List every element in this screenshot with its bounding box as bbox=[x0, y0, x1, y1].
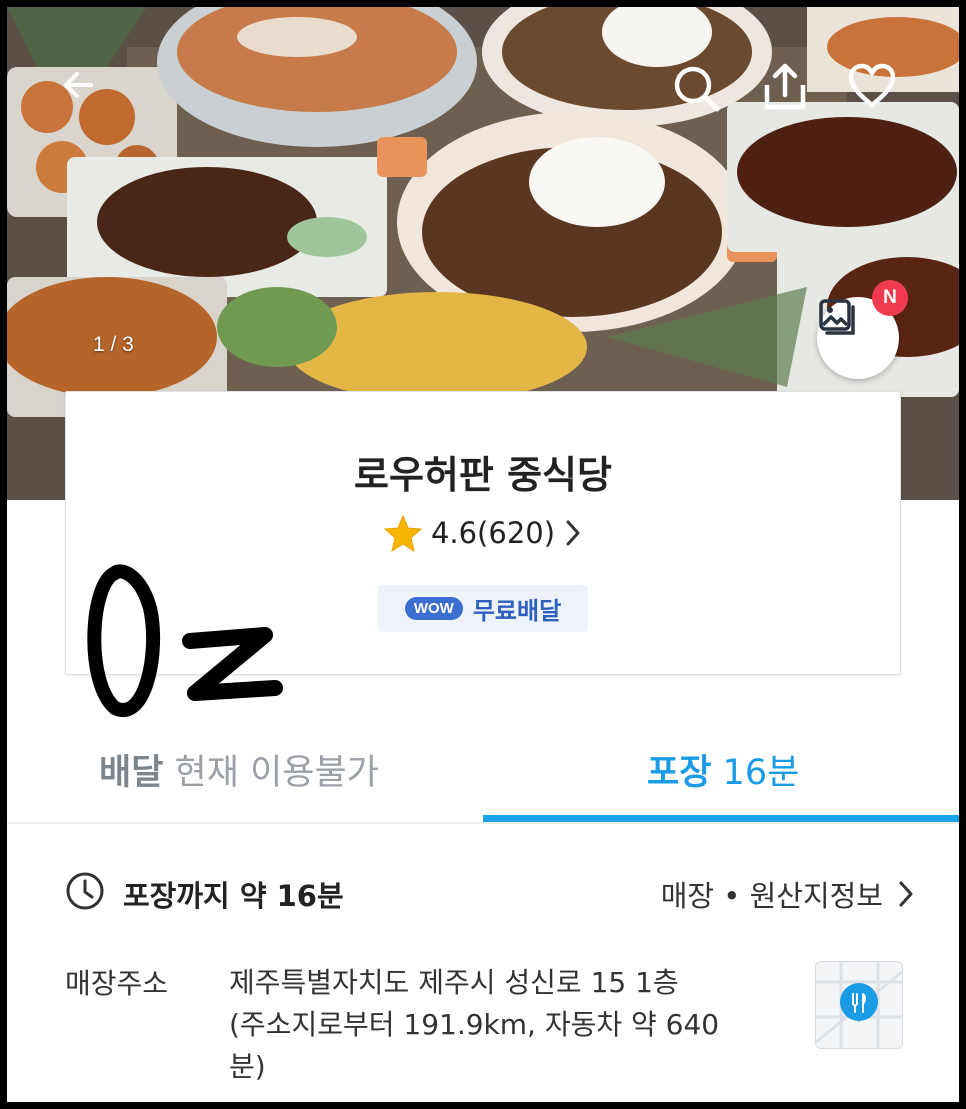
new-photo-badge: N bbox=[872, 280, 908, 316]
address-distance-line-end: 분) bbox=[229, 1050, 266, 1083]
signature-watermark bbox=[87, 564, 283, 717]
tab-pickup[interactable]: 포장 16분 bbox=[647, 744, 799, 795]
store-detail-screen: 1 / 3 N 로우허판 중식당 4.6(620) WOW 무료배달 배달 현재… bbox=[7, 7, 959, 1102]
gallery-icon bbox=[819, 299, 855, 335]
pickup-time-text: 포장까지 약 16분 bbox=[123, 879, 344, 913]
tab-delivery-label: 배달 bbox=[99, 753, 164, 793]
back-arrow-icon bbox=[64, 72, 93, 98]
store-address: 제주특별자치도 제주시 성신로 15 1층 (주소지로부터 191.9km, 자… bbox=[229, 962, 789, 1088]
tab-pickup-label: 포장 bbox=[647, 753, 712, 793]
chevron-right-icon bbox=[566, 520, 580, 546]
back-button[interactable] bbox=[57, 63, 109, 115]
free-delivery-text: 무료배달 bbox=[472, 597, 562, 625]
address-line: 제주특별자치도 제주시 성신로 15 1층 bbox=[229, 966, 679, 999]
map-pin-icon bbox=[816, 962, 902, 1048]
store-name: 로우허판 중식당 bbox=[354, 453, 612, 497]
address-distance-line: (주소지로부터 191.9km, 자동차 약 640 bbox=[229, 1008, 720, 1041]
chevron-right-icon bbox=[899, 881, 913, 907]
wow-label: WOW bbox=[404, 597, 463, 620]
photo-page-counter: 1 / 3 bbox=[93, 333, 134, 356]
share-button[interactable] bbox=[759, 61, 811, 113]
share-icon bbox=[764, 63, 806, 110]
map-thumbnail-button[interactable] bbox=[815, 961, 903, 1049]
search-button[interactable] bbox=[671, 63, 723, 115]
star-icon bbox=[383, 514, 423, 552]
favorite-button[interactable] bbox=[847, 63, 899, 115]
tab-divider bbox=[7, 822, 959, 824]
clock-icon bbox=[66, 872, 104, 910]
search-icon bbox=[674, 66, 720, 112]
tab-delivery-status: 현재 이용불가 bbox=[174, 753, 379, 793]
order-type-tabs: 배달 현재 이용불가 포장 16분 bbox=[7, 714, 959, 824]
store-origin-info-link[interactable]: 매장 • 원산지정보 bbox=[661, 873, 915, 915]
address-label: 매장주소 bbox=[65, 967, 169, 1000]
tab-pickup-time: 16분 bbox=[722, 753, 800, 793]
tab-delivery[interactable]: 배달 현재 이용불가 bbox=[99, 744, 379, 795]
store-origin-info-label: 매장 • 원산지정보 bbox=[660, 879, 883, 913]
rating-value: 4.6(620) bbox=[430, 516, 556, 550]
free-delivery-badge: WOW 무료배달 bbox=[378, 585, 588, 632]
pickup-info-row: 포장까지 약 16분 매장 • 원산지정보 bbox=[65, 869, 915, 915]
heart-icon bbox=[848, 63, 896, 108]
rating-link[interactable]: 4.6(620) bbox=[66, 514, 900, 552]
